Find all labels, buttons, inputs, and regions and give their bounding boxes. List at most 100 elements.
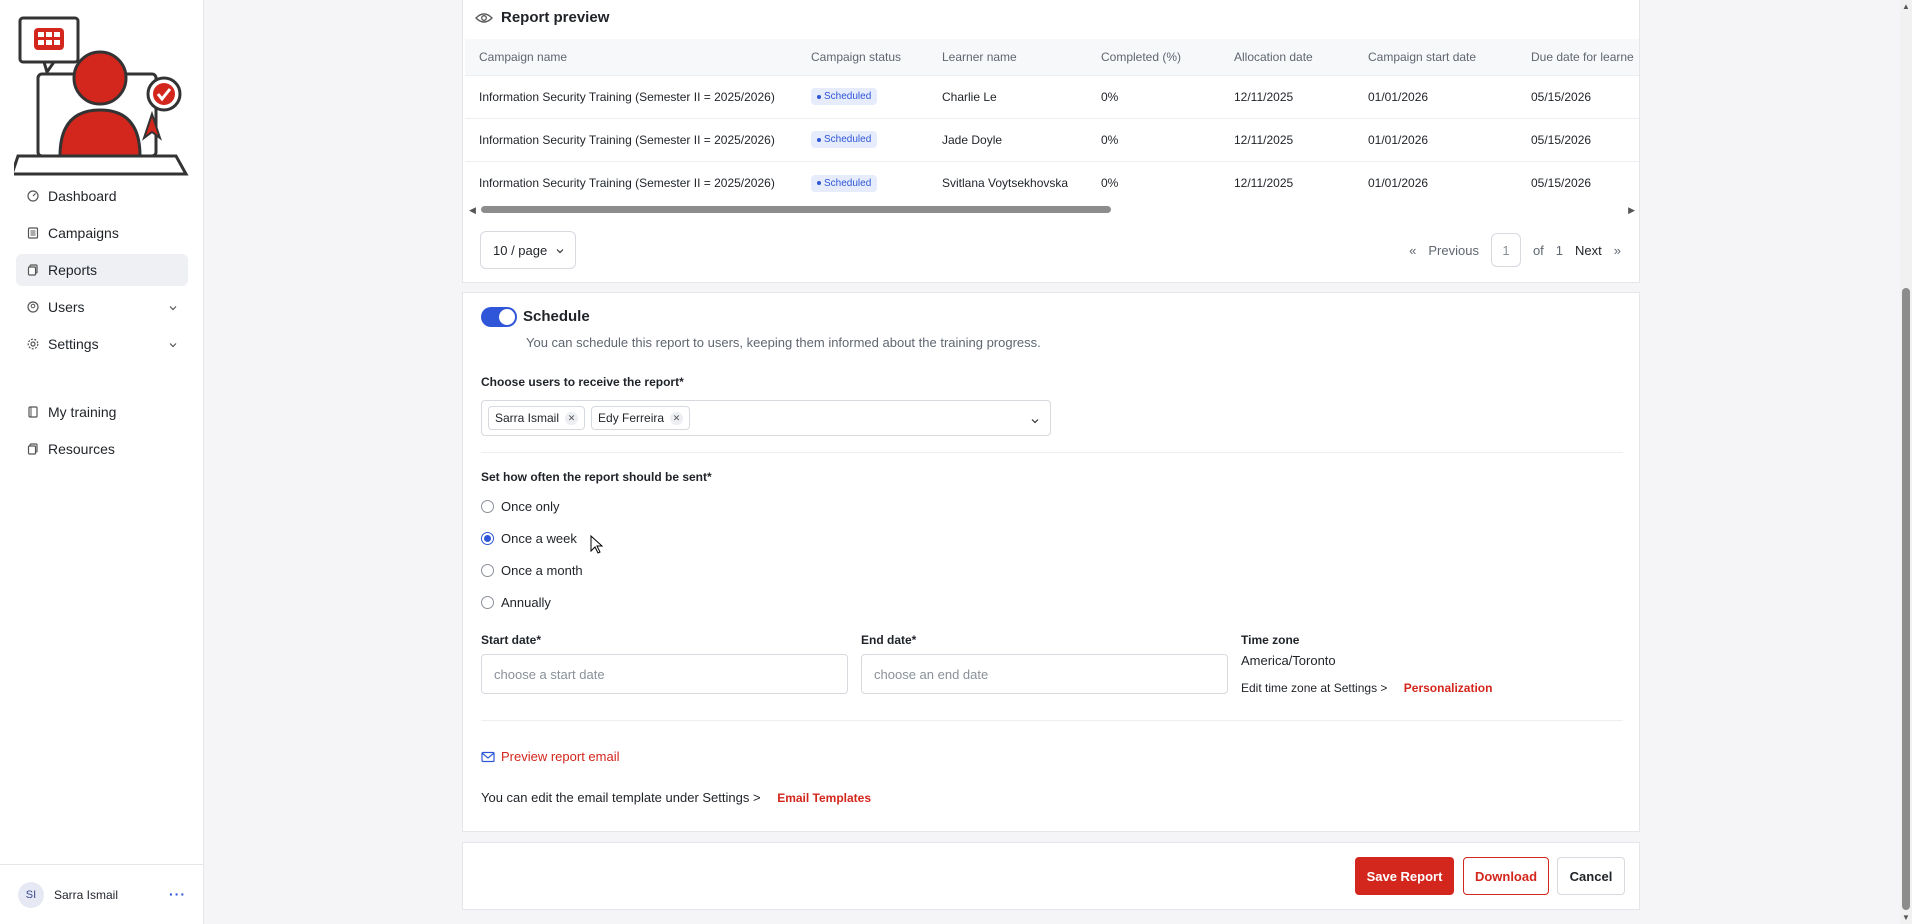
sidebar-item-users[interactable]: Users <box>16 291 188 323</box>
scrollbar-thumb[interactable] <box>1902 288 1910 910</box>
start-date-input[interactable]: choose a start date <box>481 654 848 694</box>
files-icon <box>26 442 40 456</box>
previous-button[interactable]: Previous <box>1428 243 1479 258</box>
column-header[interactable]: Completed (%) <box>1087 39 1220 75</box>
avatar: SI <box>18 881 44 908</box>
column-header[interactable]: Due date for learne <box>1517 39 1639 75</box>
cell-start: 01/01/2026 <box>1368 175 1429 190</box>
email-templates-link[interactable]: Email Templates <box>777 791 871 805</box>
radio-once-a-week[interactable]: Once a week <box>481 531 577 546</box>
preview-email-link[interactable]: Preview report email <box>481 749 620 764</box>
template-note: You can edit the email template under Se… <box>481 790 872 805</box>
timezone-value: America/Toronto <box>1241 653 1336 668</box>
first-page-icon[interactable]: « <box>1409 243 1416 258</box>
cell-allocation: 12/11/2025 <box>1234 132 1294 147</box>
status-badge: Scheduled <box>811 88 878 106</box>
radio-once-only[interactable]: Once only <box>481 499 560 514</box>
end-date-input[interactable]: choose an end date <box>861 654 1228 694</box>
sidebar-item-label: Campaigns <box>48 225 119 241</box>
sidebar-item-reports[interactable]: Reports <box>16 254 188 286</box>
schedule-description: You can schedule this report to users, k… <box>526 335 1041 350</box>
sidebar-item-campaigns[interactable]: Campaigns <box>16 217 188 249</box>
save-report-button[interactable]: Save Report <box>1355 857 1454 895</box>
sidebar-item-label: Users <box>48 299 85 315</box>
next-button[interactable]: Next <box>1575 243 1602 258</box>
chevron-down-icon <box>1030 413 1040 429</box>
cell-completed: 0% <box>1101 175 1119 190</box>
download-button[interactable]: Download <box>1463 857 1549 895</box>
column-header[interactable]: Allocation date <box>1220 39 1354 75</box>
column-header[interactable]: Campaign name <box>465 39 797 75</box>
recipients-select[interactable]: Sarra Ismail ✕ Edy Ferreira ✕ <box>481 400 1051 436</box>
vertical-scrollbar[interactable]: ▲ ▼ <box>1900 0 1912 924</box>
scroll-left-icon[interactable]: ◀ <box>469 205 476 216</box>
status-badge: Scheduled <box>811 131 878 149</box>
sidebar-item-my-training[interactable]: My training <box>16 396 188 428</box>
table-header-row: Campaign name Campaign status Learner na… <box>465 39 1639 75</box>
cell-allocation: 12/11/2025 <box>1234 89 1294 104</box>
mail-icon <box>481 751 495 762</box>
sidebar-item-label: My training <box>48 404 117 420</box>
cancel-button[interactable]: Cancel <box>1557 857 1625 895</box>
timezone-label: Time zone <box>1241 633 1300 647</box>
page-of-label: of <box>1532 242 1544 258</box>
horizontal-scrollbar[interactable]: ◀ ▶ <box>469 202 1635 216</box>
close-icon[interactable]: ✕ <box>565 411 579 425</box>
cell-completed: 0% <box>1101 132 1119 147</box>
sidebar-nav: Dashboard Campaigns Reports Users Settin… <box>16 180 188 470</box>
table-row: Information Security Training (Semester … <box>465 118 1639 161</box>
cell-completed: 0% <box>1101 89 1119 104</box>
chevron-down-icon <box>168 337 178 353</box>
column-header[interactable]: Learner name <box>928 39 1087 75</box>
sidebar: Dashboard Campaigns Reports Users Settin… <box>0 0 204 924</box>
scroll-down-icon[interactable]: ▼ <box>1902 913 1910 922</box>
schedule-toggle[interactable] <box>481 307 517 327</box>
schedule-card: Schedule You can schedule this report to… <box>462 292 1640 832</box>
recipient-tag: Sarra Ismail ✕ <box>488 406 586 430</box>
list-icon <box>26 226 40 240</box>
sidebar-item-resources[interactable]: Resources <box>16 433 188 465</box>
cell-campaign: Information Security Training (Semester … <box>479 89 775 104</box>
cell-learner: Svitlana Voytsekhovska <box>942 175 1069 190</box>
last-page-icon[interactable]: » <box>1614 243 1621 258</box>
preview-title-text: Report preview <box>501 9 610 26</box>
page-size-select[interactable]: 10 / page <box>480 231 576 269</box>
sidebar-item-dashboard[interactable]: Dashboard <box>16 180 188 212</box>
close-icon[interactable]: ✕ <box>670 411 684 425</box>
recipient-tag: Edy Ferreira ✕ <box>591 406 691 430</box>
start-date-label: Start date* <box>481 633 542 647</box>
sidebar-item-label: Reports <box>48 262 98 278</box>
cell-due: 05/15/2026 <box>1531 89 1592 104</box>
eye-icon <box>475 12 493 23</box>
cell-learner: Charlie Le <box>942 89 997 104</box>
cell-campaign: Information Security Training (Semester … <box>479 175 775 190</box>
sidebar-item-label: Settings <box>48 336 99 352</box>
timezone-note: Edit time zone at Settings > Personaliza… <box>1241 681 1493 695</box>
frequency-label: Set how often the report should be sent* <box>481 470 712 484</box>
radio-once-a-month[interactable]: Once a month <box>481 563 583 578</box>
recipients-label: Choose users to receive the report* <box>481 375 684 389</box>
scroll-up-icon[interactable]: ▲ <box>1902 2 1910 11</box>
column-header[interactable]: Campaign status <box>797 39 928 75</box>
cell-campaign: Information Security Training (Semester … <box>479 132 775 147</box>
chevron-down-icon <box>555 244 565 259</box>
scrollbar-thumb[interactable] <box>481 206 1111 213</box>
personalization-link[interactable]: Personalization <box>1404 681 1493 695</box>
schedule-title: Schedule <box>523 308 590 325</box>
report-preview-title: Report preview <box>475 9 609 26</box>
cell-due: 05/15/2026 <box>1531 132 1592 147</box>
sidebar-item-settings[interactable]: Settings <box>16 328 188 360</box>
divider <box>481 720 1623 721</box>
more-icon[interactable]: ··· <box>169 886 186 902</box>
status-badge: Scheduled <box>811 174 878 192</box>
report-table: Campaign name Campaign status Learner na… <box>465 39 1639 209</box>
copy-icon <box>26 263 40 277</box>
page-number-input[interactable]: 1 <box>1490 233 1521 267</box>
actions-bar: Save Report Download Cancel <box>462 842 1640 910</box>
user-profile[interactable]: SI Sarra Ismail ··· <box>0 864 204 924</box>
radio-annually[interactable]: Annually <box>481 595 551 610</box>
scroll-right-icon[interactable]: ▶ <box>1628 205 1635 216</box>
column-header[interactable]: Campaign start date <box>1354 39 1517 75</box>
sidebar-item-label: Dashboard <box>48 188 117 204</box>
cell-start: 01/01/2026 <box>1368 89 1429 104</box>
